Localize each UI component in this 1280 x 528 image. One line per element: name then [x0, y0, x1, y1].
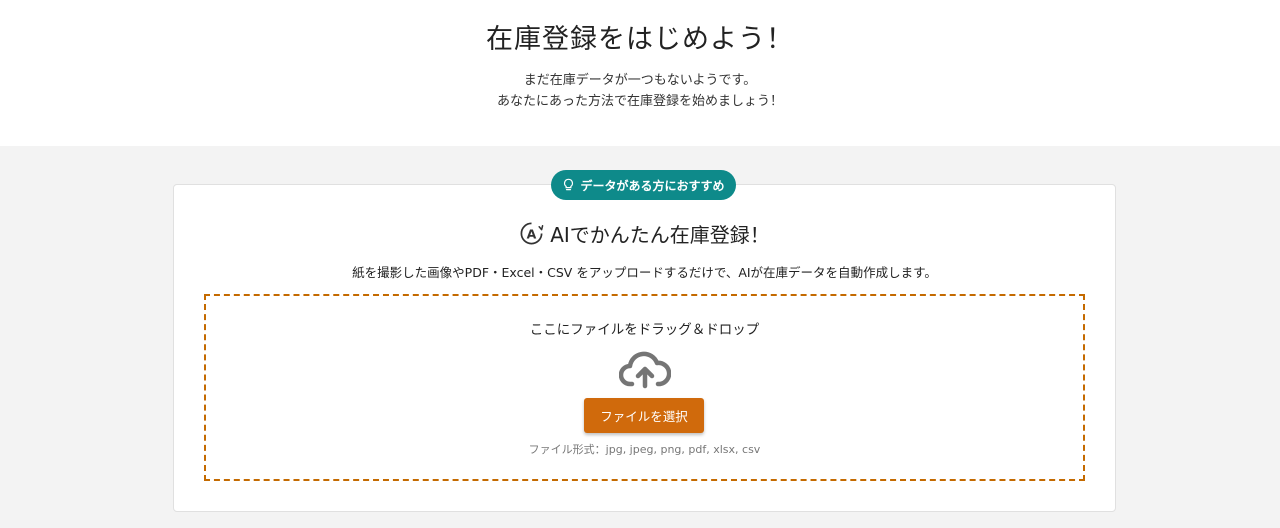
file-dropzone[interactable]: ここにファイルをドラッグ＆ドロップ ファイルを選択 ファイル形式：jpg, jp…	[204, 294, 1085, 481]
ai-import-card: A AIでかんたん在庫登録！ 紙を撮影した画像やPDF・Excel・CSV をア…	[173, 184, 1116, 512]
cloud-upload-icon	[619, 351, 671, 389]
select-file-button[interactable]: ファイルを選択	[584, 398, 704, 433]
ai-circle-icon: A	[520, 222, 544, 245]
badge-label: データがある方におすすめ	[580, 178, 725, 193]
file-formats-text: ファイル形式：jpg, jpeg, png, pdf, xlsx, csv	[528, 443, 761, 456]
card-title-text: AIでかんたん在庫登録！	[550, 223, 770, 247]
lightbulb-icon	[564, 178, 574, 191]
recommend-badge: データがある方におすすめ	[551, 170, 736, 200]
subtitle-line-2: あなたにあった方法で在庫登録を始めましょう！	[496, 94, 783, 109]
card-title: A AIでかんたん在庫登録！	[174, 219, 1115, 248]
svg-text:A: A	[527, 226, 537, 241]
dropzone-text: ここにファイルをドラッグ＆ドロップ	[529, 322, 760, 338]
content-area: A AIでかんたん在庫登録！ 紙を撮影した画像やPDF・Excel・CSV をア…	[0, 146, 1280, 528]
page-subtitle: まだ在庫データが一つもないようです。 あなたにあった方法で在庫登録を始めましょう…	[0, 70, 1280, 112]
page-header: 在庫登録をはじめよう！ まだ在庫データが一つもないようです。 あなたにあった方法…	[0, 0, 1280, 146]
card-description: 紙を撮影した画像やPDF・Excel・CSV をアップロードするだけで、AIが在…	[352, 265, 937, 280]
page-title: 在庫登録をはじめよう！	[486, 24, 794, 55]
subtitle-line-1: まだ在庫データが一つもないようです。	[523, 73, 757, 88]
